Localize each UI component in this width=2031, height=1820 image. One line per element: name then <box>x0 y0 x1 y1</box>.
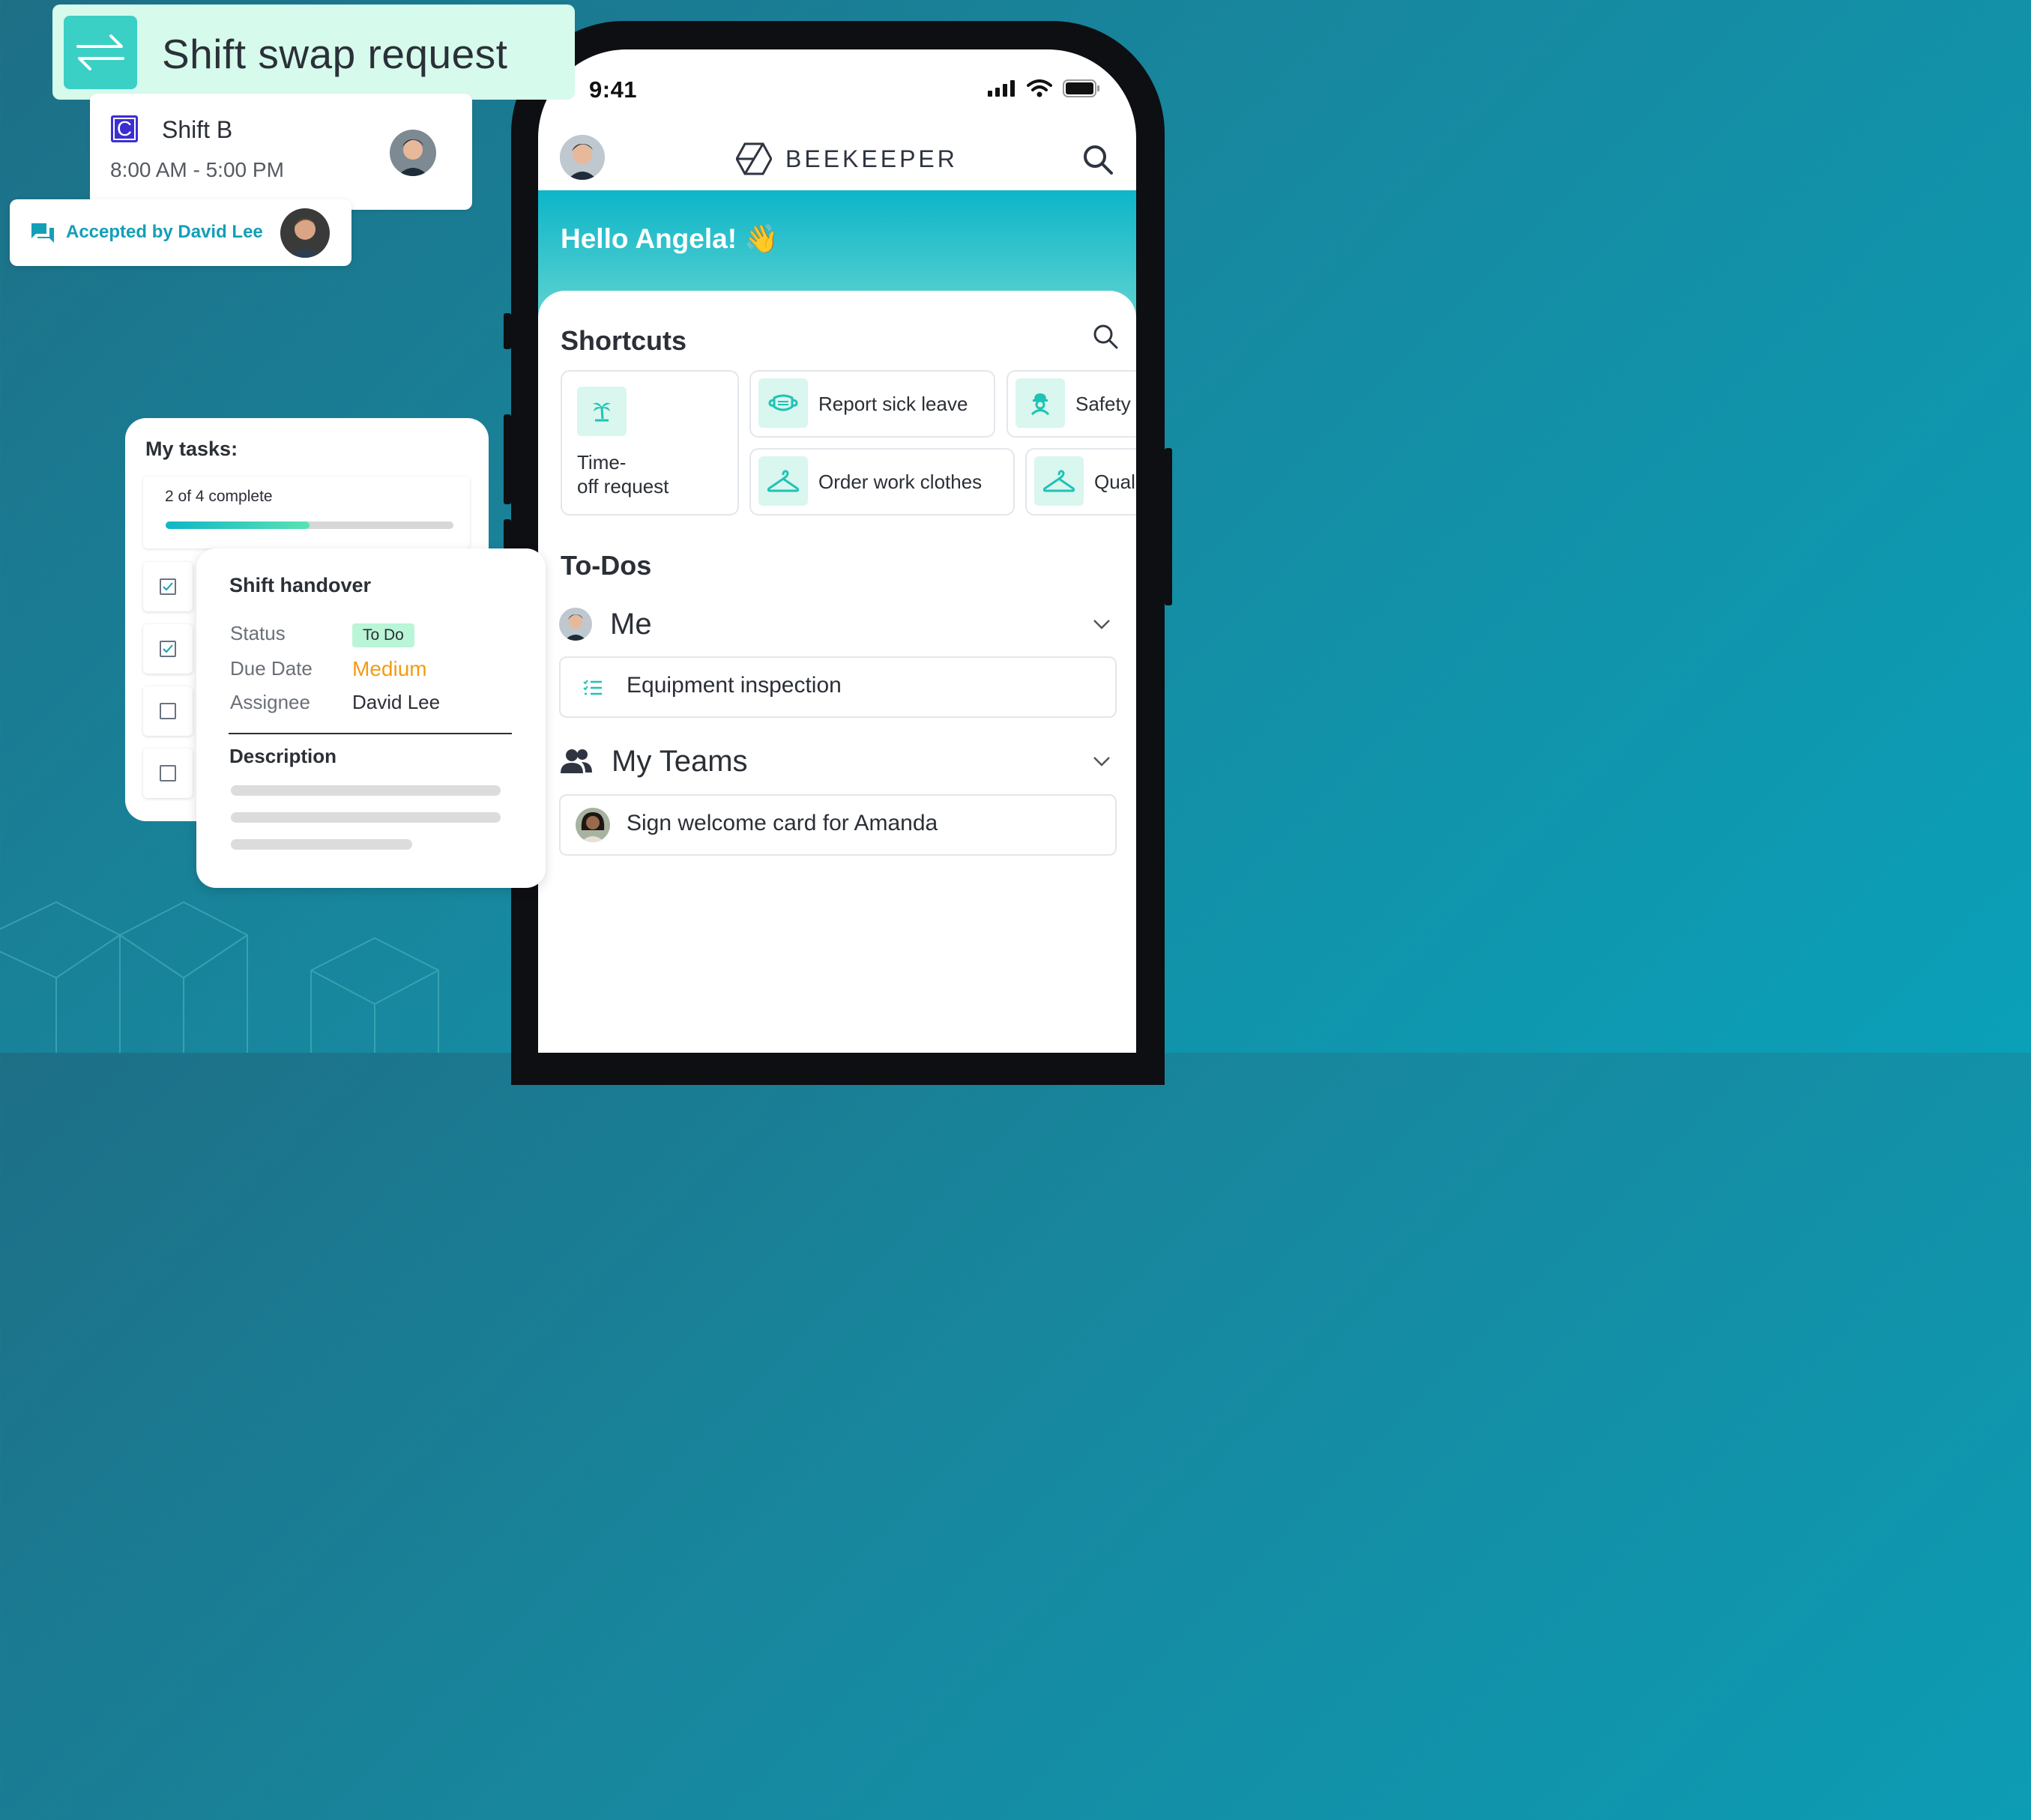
status-bar: 9:41 <box>538 49 1136 132</box>
team-icon <box>561 749 592 773</box>
task-checkbox-3[interactable] <box>143 686 193 736</box>
me-label: Me <box>610 607 652 641</box>
hanger-icon <box>758 456 808 506</box>
progress-box: 2 of 4 complete <box>143 477 470 548</box>
calendar-app-letter: C <box>113 118 136 140</box>
checkmark-icon <box>160 641 176 657</box>
description-placeholder-line <box>231 785 501 796</box>
handover-title: Shift handover <box>229 574 372 596</box>
status-label: Status <box>230 622 286 644</box>
home-content: Shortcuts Time- off request Report sick … <box>538 291 1136 1053</box>
palm-tree-icon <box>577 387 627 436</box>
todos-title: To-Dos <box>561 550 652 581</box>
shortcut-order-work-clothes[interactable]: Order work clothes <box>749 448 1015 516</box>
description-label: Description <box>229 745 337 767</box>
progress-text: 2 of 4 complete <box>165 488 273 505</box>
teams-label: My Teams <box>612 744 748 778</box>
shortcut-label: Report sick leave <box>818 393 968 415</box>
description-placeholder-line <box>231 839 412 850</box>
shortcut-label: Qual <box>1094 471 1135 493</box>
progress-fill <box>166 521 310 529</box>
greeting-text: Hello Angela! 👋 <box>561 223 779 254</box>
chevron-down-icon[interactable] <box>1093 756 1111 767</box>
shortcuts-title: Shortcuts <box>561 325 687 356</box>
shift-swap-request-banner[interactable]: Shift swap request <box>52 4 575 100</box>
accepted-text: Accepted by David Lee <box>66 222 263 242</box>
david-lee-avatar <box>280 208 330 258</box>
swap-title: Shift swap request <box>162 31 508 77</box>
amanda-avatar <box>576 808 610 842</box>
brand-name: BEEKEEPER <box>785 145 958 172</box>
signal-icon <box>988 80 1015 97</box>
shortcut-time-off-request[interactable]: Time- off request <box>561 370 739 516</box>
shortcut-label: Safety <box>1075 393 1131 415</box>
shift-handover-card[interactable]: Shift handover Status To Do Due Date Med… <box>196 548 546 888</box>
me-avatar <box>559 608 592 641</box>
todo-item-welcome-card[interactable]: Sign welcome card for Amanda <box>559 794 1117 856</box>
shift-owner-avatar <box>390 130 436 176</box>
task-checkbox-4[interactable] <box>143 749 193 798</box>
status-badge: To Do <box>352 623 414 647</box>
wifi-icon <box>1027 79 1052 97</box>
chat-bubbles-icon <box>31 223 54 243</box>
task-checkbox-2[interactable] <box>143 624 193 674</box>
chevron-down-icon[interactable] <box>1093 619 1111 629</box>
due-date-value: Medium <box>352 657 427 680</box>
hanger-icon <box>1034 456 1084 506</box>
progress-track <box>166 521 453 529</box>
brand-logo: BEEKEEPER <box>736 142 958 175</box>
swap-arrows-icon <box>64 16 137 89</box>
shortcut-qual[interactable]: Qual <box>1025 448 1136 516</box>
me-section-header[interactable]: Me <box>559 605 1115 643</box>
tasks-title: My tasks: <box>145 438 238 460</box>
search-icon[interactable] <box>1082 144 1114 175</box>
shortcut-safety[interactable]: Safety <box>1007 370 1136 438</box>
checklist-icon <box>583 680 602 695</box>
accepted-notice[interactable]: Accepted by David Lee <box>10 199 351 266</box>
face-mask-icon <box>758 378 808 428</box>
shortcuts-search-icon[interactable] <box>1093 324 1118 349</box>
calendar-app-icon: C <box>111 115 138 142</box>
beekeeper-logo-icon <box>736 142 772 175</box>
worker-icon <box>1015 378 1065 428</box>
todo-item-title: Sign welcome card for Amanda <box>627 811 938 835</box>
due-date-label: Due Date <box>230 657 313 680</box>
battery-icon <box>1063 79 1099 97</box>
app-header: BEEKEEPER <box>538 132 1136 192</box>
background-hexagon-pattern <box>0 901 439 1053</box>
description-placeholder-line <box>231 812 501 823</box>
shift-card[interactable]: C Shift B 8:00 AM - 5:00 PM <box>90 94 472 210</box>
shortcut-report-sick-leave[interactable]: Report sick leave <box>749 370 995 438</box>
divider <box>229 733 512 734</box>
assignee-value: David Lee <box>352 691 441 713</box>
assignee-label: Assignee <box>230 691 310 713</box>
todo-item-title: Equipment inspection <box>627 673 842 698</box>
phone-screen: 9:41 BEEKEEPER Hello Angela! 👋 Shortcuts… <box>538 49 1136 1053</box>
user-avatar[interactable] <box>560 135 605 180</box>
shortcut-label: Time- <box>577 451 627 474</box>
checkmark-icon <box>160 578 176 595</box>
todo-item-equipment-inspection[interactable]: Equipment inspection <box>559 656 1117 718</box>
teams-section-header[interactable]: My Teams <box>559 740 1115 782</box>
shortcut-label-line2: off request <box>577 475 669 498</box>
shift-time: 8:00 AM - 5:00 PM <box>110 158 284 181</box>
task-checkbox-1[interactable] <box>143 562 193 611</box>
status-time: 9:41 <box>589 76 638 103</box>
shift-name: Shift B <box>162 116 233 143</box>
shortcut-label: Order work clothes <box>818 471 983 493</box>
